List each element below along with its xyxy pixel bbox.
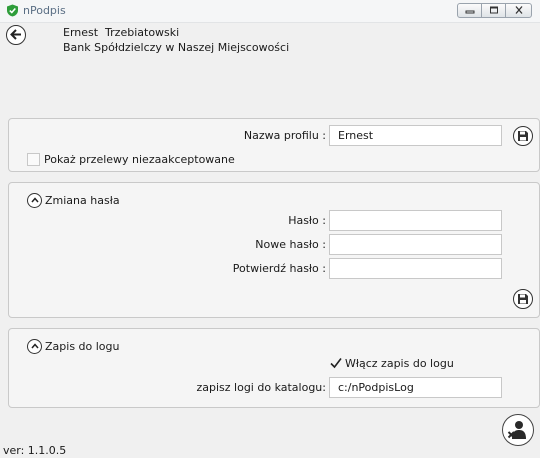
close-button[interactable] — [505, 3, 532, 18]
back-button[interactable] — [6, 25, 26, 45]
enable-log-checkbox[interactable] — [329, 356, 343, 370]
profile-name-input[interactable] — [329, 125, 502, 146]
password-collapse-button[interactable] — [27, 193, 42, 208]
window-title: nPodpis — [23, 4, 66, 17]
new-password-input[interactable] — [329, 234, 502, 255]
profile-save-button[interactable] — [513, 126, 533, 146]
floppy-disk-icon — [518, 294, 528, 304]
log-collapse-button[interactable] — [27, 339, 42, 354]
password-label: Hasło : — [288, 214, 326, 227]
log-section-title: Zapis do logu — [45, 340, 120, 353]
arrow-left-icon — [10, 29, 21, 40]
chevron-up-icon — [30, 343, 39, 349]
log-directory-input[interactable] — [329, 377, 502, 398]
remove-user-button[interactable] — [502, 414, 534, 446]
checkmark-icon — [330, 358, 342, 369]
show-unaccepted-label: Pokaż przelewy niezaakceptowane — [44, 153, 235, 166]
maximize-button[interactable] — [481, 3, 506, 18]
new-password-label: Nowe hasło : — [255, 238, 326, 251]
user-remove-icon — [507, 421, 526, 439]
profile-name-label: Nazwa profilu : — [243, 129, 326, 142]
minimize-icon — [465, 10, 474, 14]
enable-log-label: Włącz zapis do logu — [345, 357, 454, 370]
confirm-password-label: Potwierdź hasło : — [232, 262, 326, 275]
password-section-title: Zmiana hasła — [45, 194, 120, 207]
password-save-button[interactable] — [513, 289, 533, 309]
confirm-password-input[interactable] — [329, 258, 502, 279]
bank-name: Bank Spółdzielczy w Naszej Miejscowości — [63, 41, 290, 54]
maximize-icon — [489, 6, 498, 14]
password-input[interactable] — [329, 210, 502, 231]
chevron-up-icon — [30, 197, 39, 203]
close-icon — [515, 6, 522, 14]
show-unaccepted-checkbox[interactable] — [27, 153, 40, 166]
floppy-disk-icon — [518, 131, 528, 141]
shield-check-icon — [6, 4, 19, 17]
minimize-button[interactable] — [457, 3, 482, 18]
log-directory-label: zapisz logi do katalogu: — [196, 381, 326, 394]
user-name: Ernest Trzebiatowski — [63, 26, 180, 39]
version-label: ver: 1.1.0.5 — [3, 444, 67, 457]
